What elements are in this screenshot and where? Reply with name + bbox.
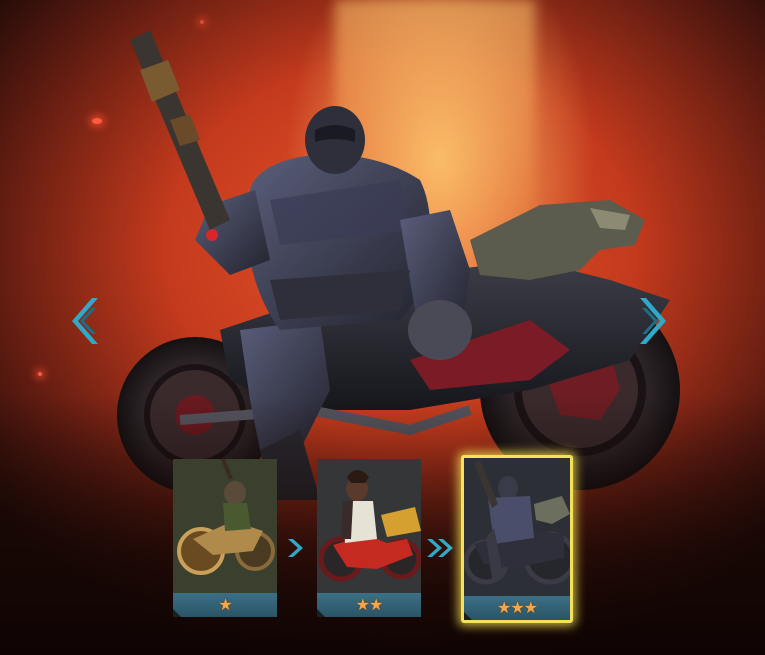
chevron-left-icon [72, 298, 98, 344]
tier-card-3-star-selected[interactable]: ★★★ [461, 455, 573, 623]
star-rating: ★★★ [496, 598, 538, 617]
star-rating-bar: ★ [173, 593, 277, 617]
hero-thumbnail [173, 459, 277, 593]
ember-particle [38, 372, 42, 376]
tier-card-1-star[interactable]: ★ [173, 459, 277, 617]
single-chevron-icon [288, 539, 303, 557]
hero-showcase-scene: ★ ★★ ★★★ [0, 0, 765, 655]
ember-particle [200, 20, 204, 24]
double-chevron-icon [427, 539, 453, 557]
tier-card-2-star[interactable]: ★★ [317, 459, 421, 617]
star-rating-bar: ★★ [317, 593, 421, 617]
evolution-tier-row: ★ ★★ ★★★ [170, 455, 580, 623]
next-hero-button[interactable] [634, 294, 668, 348]
star-rating: ★★ [355, 595, 383, 614]
hero-thumbnail [464, 458, 570, 596]
tier-connector [285, 537, 305, 559]
tier-connector [425, 537, 455, 559]
previous-hero-button[interactable] [70, 294, 104, 348]
chevron-right-icon [640, 298, 666, 344]
star-rating-bar: ★★★ [464, 596, 570, 620]
ember-particle [92, 118, 102, 124]
hero-thumbnail [317, 459, 421, 593]
star-rating: ★ [218, 595, 232, 614]
